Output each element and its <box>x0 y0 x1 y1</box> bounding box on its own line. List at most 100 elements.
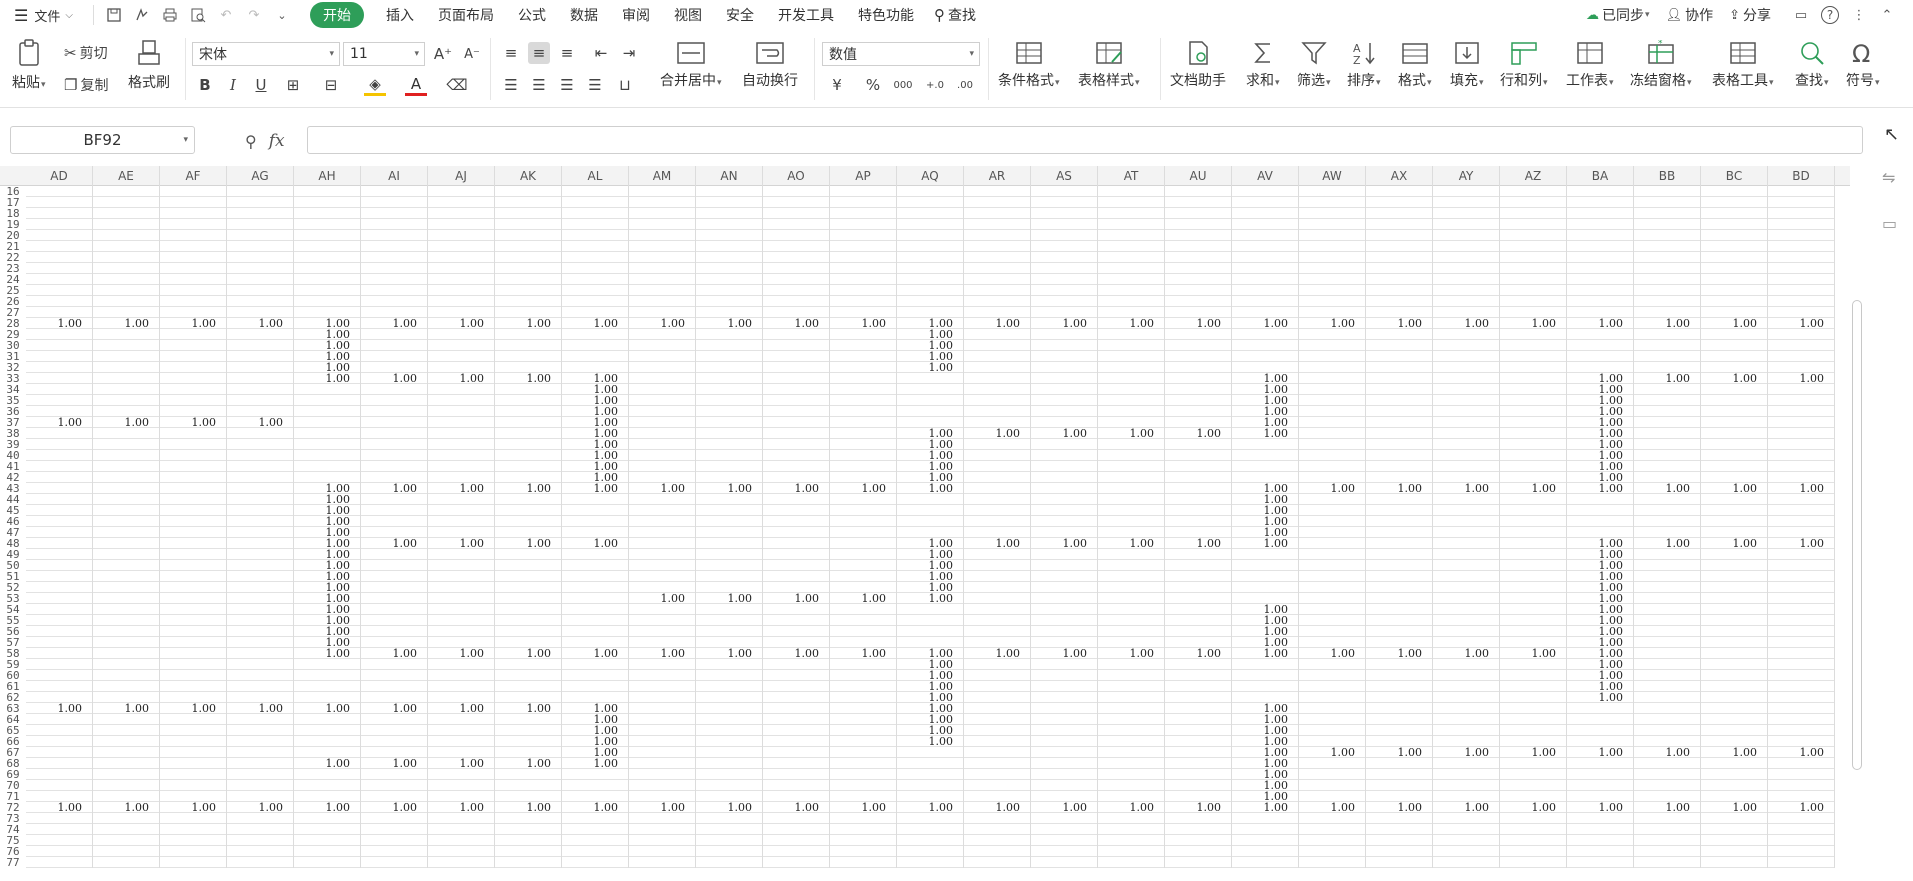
cell-bb67[interactable]: 1.00 <box>1634 747 1692 758</box>
tab-features[interactable]: 特色功能 <box>856 0 916 30</box>
cell-al68[interactable]: 1.00 <box>562 758 620 769</box>
cell-au28[interactable]: 1.00 <box>1165 318 1223 329</box>
cell-av48[interactable]: 1.00 <box>1232 538 1290 549</box>
search-button[interactable]: ⚲ 查找 <box>932 0 978 30</box>
cell-at38[interactable]: 1.00 <box>1098 428 1156 439</box>
cell-bc48[interactable]: 1.00 <box>1701 538 1759 549</box>
cell-ak63[interactable]: 1.00 <box>495 703 553 714</box>
paste-button[interactable]: 粘贴▾ <box>12 38 46 92</box>
cell-am72[interactable]: 1.00 <box>629 802 687 813</box>
file-menu[interactable]: ☰ 文件 ⌵ <box>12 0 75 30</box>
cell-am53[interactable]: 1.00 <box>629 593 687 604</box>
cell-az28[interactable]: 1.00 <box>1500 318 1558 329</box>
fill-color-icon[interactable]: ◈ <box>364 74 386 96</box>
cell-al72[interactable]: 1.00 <box>562 802 620 813</box>
cell-bd33[interactable]: 1.00 <box>1768 373 1826 384</box>
cell-ar28[interactable]: 1.00 <box>964 318 1022 329</box>
column-header-ak[interactable]: AK <box>495 166 562 186</box>
cell-bc72[interactable]: 1.00 <box>1701 802 1759 813</box>
column-header-ae[interactable]: AE <box>93 166 160 186</box>
column-header-aj[interactable]: AJ <box>428 166 495 186</box>
cell-af63[interactable]: 1.00 <box>160 703 218 714</box>
table-tools-button[interactable]: 表格工具▾ <box>1712 40 1774 90</box>
cell-ak28[interactable]: 1.00 <box>495 318 553 329</box>
cell-ar58[interactable]: 1.00 <box>964 648 1022 659</box>
cell-bb48[interactable]: 1.00 <box>1634 538 1692 549</box>
cell-ap28[interactable]: 1.00 <box>830 318 888 329</box>
clear-format-icon[interactable]: ⌫ <box>446 74 468 96</box>
currency-icon[interactable]: ¥ <box>826 74 848 96</box>
column-header-ar[interactable]: AR <box>964 166 1031 186</box>
justify-icon[interactable]: ☰ <box>584 74 606 96</box>
cell-bd48[interactable]: 1.00 <box>1768 538 1826 549</box>
format-button[interactable]: 格式▾ <box>1398 40 1432 90</box>
collapse-ribbon-icon[interactable]: ⌃ <box>1875 3 1899 27</box>
align-center-icon[interactable]: ☰ <box>528 74 550 96</box>
cell-af72[interactable]: 1.00 <box>160 802 218 813</box>
number-format-select[interactable]: 数值 ▾ <box>822 42 980 66</box>
column-header-am[interactable]: AM <box>629 166 696 186</box>
cell-ba67[interactable]: 1.00 <box>1567 747 1625 758</box>
cell-aj58[interactable]: 1.00 <box>428 648 486 659</box>
cell-ak43[interactable]: 1.00 <box>495 483 553 494</box>
column-header-az[interactable]: AZ <box>1500 166 1567 186</box>
column-header-at[interactable]: AT <box>1098 166 1165 186</box>
cell-aj68[interactable]: 1.00 <box>428 758 486 769</box>
column-header-ai[interactable]: AI <box>361 166 428 186</box>
cell-bd67[interactable]: 1.00 <box>1768 747 1826 758</box>
cell-ad63[interactable]: 1.00 <box>26 703 84 714</box>
tab-data[interactable]: 数据 <box>568 0 600 30</box>
wrap-text-button[interactable]: 自动换行 <box>742 40 798 90</box>
cell-an58[interactable]: 1.00 <box>696 648 754 659</box>
cell-ar48[interactable]: 1.00 <box>964 538 1022 549</box>
cell-au48[interactable]: 1.00 <box>1165 538 1223 549</box>
cell-ag63[interactable]: 1.00 <box>227 703 285 714</box>
column-header-ag[interactable]: AG <box>227 166 294 186</box>
cell-ax67[interactable]: 1.00 <box>1366 747 1424 758</box>
column-header-ax[interactable]: AX <box>1366 166 1433 186</box>
cell-as38[interactable]: 1.00 <box>1031 428 1089 439</box>
column-header-aq[interactable]: AQ <box>897 166 964 186</box>
tab-insert[interactable]: 插入 <box>384 0 416 30</box>
cell-bc67[interactable]: 1.00 <box>1701 747 1759 758</box>
cell-ai63[interactable]: 1.00 <box>361 703 419 714</box>
tab-page-layout[interactable]: 页面布局 <box>436 0 496 30</box>
underline-icon[interactable]: U <box>250 74 272 96</box>
cell-ai72[interactable]: 1.00 <box>361 802 419 813</box>
cell-aw28[interactable]: 1.00 <box>1299 318 1357 329</box>
cell-al58[interactable]: 1.00 <box>562 648 620 659</box>
decrease-indent-icon[interactable]: ⇤ <box>590 42 612 64</box>
sum-button[interactable]: 求和▾ <box>1246 40 1280 90</box>
percent-icon[interactable]: % <box>862 74 884 96</box>
redo-icon[interactable]: ↷ <box>242 3 266 27</box>
distributed-align-icon[interactable]: ⊔ <box>614 74 636 96</box>
cell-aq66[interactable]: 1.00 <box>897 736 955 747</box>
column-header-av[interactable]: AV <box>1232 166 1299 186</box>
cell-ar38[interactable]: 1.00 <box>964 428 1022 439</box>
column-header-aw[interactable]: AW <box>1299 166 1366 186</box>
cell-aq72[interactable]: 1.00 <box>897 802 955 813</box>
cell-av38[interactable]: 1.00 <box>1232 428 1290 439</box>
toolbar-settings-icon[interactable]: ▭ <box>1789 3 1813 27</box>
cell-aw43[interactable]: 1.00 <box>1299 483 1357 494</box>
cell-ay28[interactable]: 1.00 <box>1433 318 1491 329</box>
cell-ae37[interactable]: 1.00 <box>93 417 151 428</box>
zoom-formula-icon[interactable]: ⚲ <box>245 132 257 151</box>
cell-bb72[interactable]: 1.00 <box>1634 802 1692 813</box>
cell-ao28[interactable]: 1.00 <box>763 318 821 329</box>
more-icon[interactable]: ⋮ <box>1847 3 1871 27</box>
cell-at58[interactable]: 1.00 <box>1098 648 1156 659</box>
cell-az58[interactable]: 1.00 <box>1500 648 1558 659</box>
cell-ap43[interactable]: 1.00 <box>830 483 888 494</box>
cell-ae72[interactable]: 1.00 <box>93 802 151 813</box>
fx-icon[interactable]: fx <box>269 131 285 151</box>
tab-home[interactable]: 开始 <box>309 2 364 28</box>
format-painter-button[interactable]: 格式刷 <box>128 38 170 92</box>
cell-al43[interactable]: 1.00 <box>562 483 620 494</box>
cell-ai58[interactable]: 1.00 <box>361 648 419 659</box>
cell-bb33[interactable]: 1.00 <box>1634 373 1692 384</box>
tab-review[interactable]: 审阅 <box>620 0 652 30</box>
cell-aj63[interactable]: 1.00 <box>428 703 486 714</box>
column-header-as[interactable]: AS <box>1031 166 1098 186</box>
cut-button[interactable]: ✂ 剪切 <box>64 42 108 64</box>
